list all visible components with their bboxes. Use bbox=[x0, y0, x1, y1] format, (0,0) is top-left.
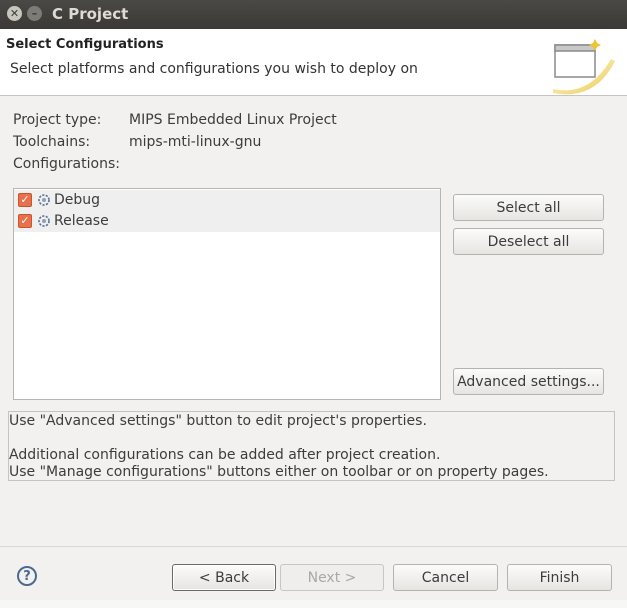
info-line-advanced: Use "Advanced settings" button to edit p… bbox=[9, 413, 427, 429]
wizard-header: Select Configurations Select platforms a… bbox=[0, 29, 627, 96]
project-type-label: Project type: bbox=[13, 112, 102, 128]
minimize-window-icon[interactable]: – bbox=[27, 6, 42, 21]
toolchains-label: Toolchains: bbox=[13, 134, 91, 150]
configuration-gear-icon bbox=[38, 215, 50, 227]
project-type-value: MIPS Embedded Linux Project bbox=[129, 112, 337, 128]
page-subtitle: Select platforms and configurations you … bbox=[10, 61, 418, 77]
configuration-label: Debug bbox=[54, 192, 101, 208]
next-button[interactable]: Next > bbox=[280, 564, 384, 591]
configuration-item-release[interactable]: ✓ Release bbox=[14, 211, 440, 232]
cancel-button[interactable]: Cancel bbox=[393, 564, 498, 591]
select-all-button[interactable]: Select all bbox=[453, 194, 604, 221]
info-line-additional: Additional configurations can be added a… bbox=[9, 447, 441, 463]
configurations-list[interactable]: ✓ Debug ✓ Release bbox=[13, 188, 441, 400]
release-checkbox[interactable]: ✓ bbox=[18, 214, 32, 228]
toolchains-value: mips-mti-linux-gnu bbox=[129, 134, 262, 150]
finish-button[interactable]: Finish bbox=[507, 564, 612, 591]
advanced-settings-button[interactable]: Advanced settings... bbox=[453, 368, 604, 395]
info-panel: Use "Advanced settings" button to edit p… bbox=[8, 411, 615, 481]
configuration-gear-icon bbox=[38, 194, 50, 206]
footer-separator bbox=[0, 546, 627, 547]
close-window-icon[interactable]: ✕ bbox=[7, 6, 22, 21]
window-titlebar: ✕ – C Project bbox=[0, 0, 627, 29]
wizard-banner-icon bbox=[553, 39, 615, 95]
configuration-label: Release bbox=[54, 213, 109, 229]
back-button[interactable]: < Back bbox=[172, 564, 276, 591]
window-bottom-edge bbox=[0, 600, 627, 608]
info-line-manage: Use "Manage configurations" buttons eith… bbox=[9, 464, 549, 480]
deselect-all-button[interactable]: Deselect all bbox=[453, 228, 604, 255]
configuration-item-debug[interactable]: ✓ Debug bbox=[14, 190, 440, 211]
configurations-label: Configurations: bbox=[13, 156, 120, 172]
help-icon[interactable]: ? bbox=[17, 566, 37, 586]
debug-checkbox[interactable]: ✓ bbox=[18, 193, 32, 207]
page-title: Select Configurations bbox=[6, 37, 164, 52]
window-title: C Project bbox=[52, 5, 129, 23]
